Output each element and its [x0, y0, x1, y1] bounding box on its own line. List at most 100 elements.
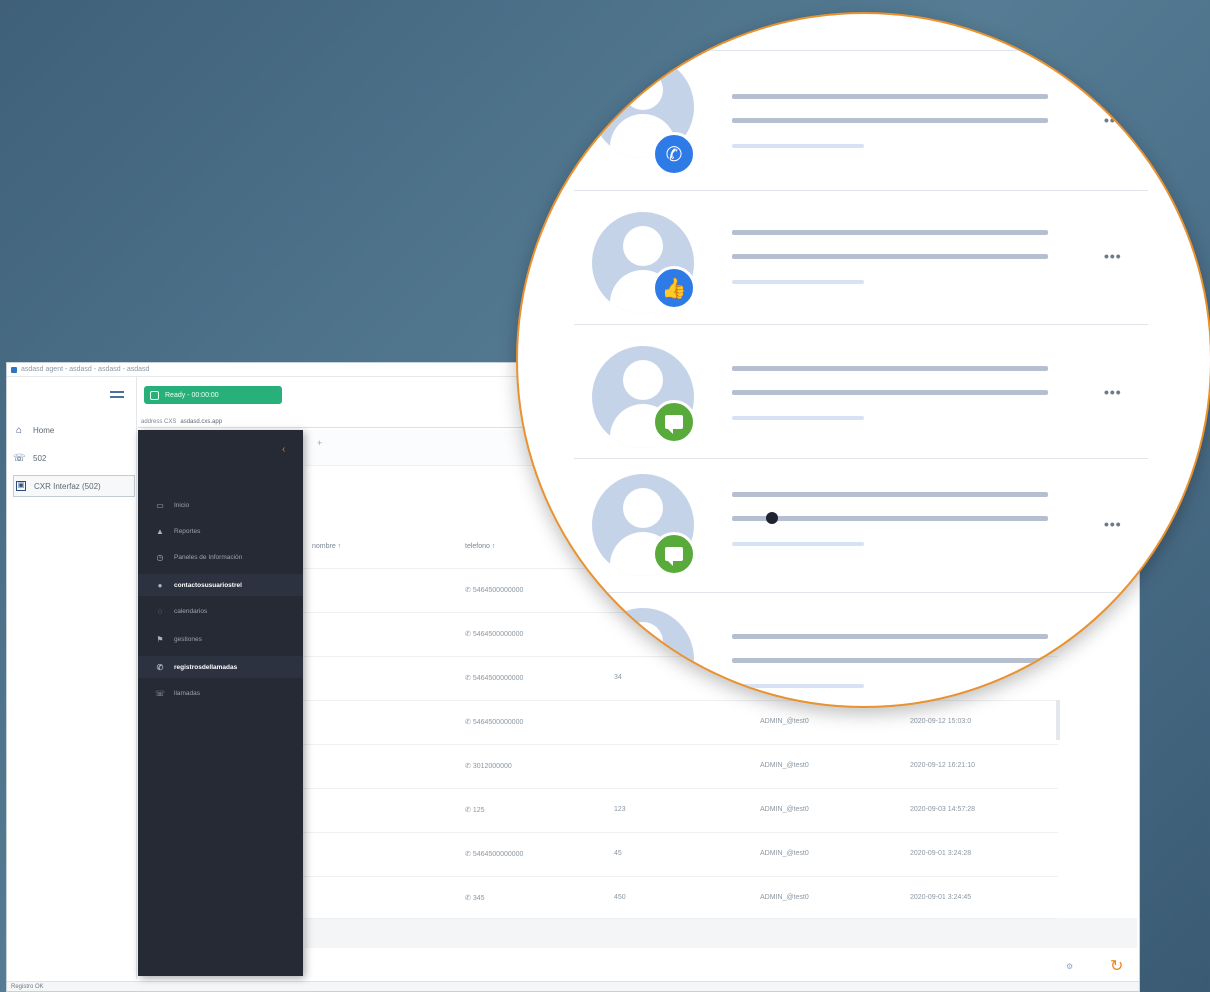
menu-item-inicio[interactable]: ▭ Inicio: [138, 494, 303, 516]
divider: [574, 458, 1148, 459]
phone-icon: ✆: [156, 662, 164, 672]
phone-list-icon: ☏: [154, 688, 165, 698]
list-item[interactable]: ✆ •••: [518, 54, 1210, 188]
text-line: [732, 230, 1048, 235]
phone-icon: ☏: [13, 452, 26, 464]
settings-icon[interactable]: ⚙: [1066, 962, 1073, 971]
date-cell: 2020-09-12 15:03:0: [910, 718, 972, 725]
text-line: [732, 492, 1048, 497]
magnifier-bubble: ✆ ••• 👍 ••• ••• •••: [516, 12, 1210, 708]
text-line: [732, 144, 864, 148]
list-item[interactable]: [518, 594, 1210, 706]
flag-icon: ⚑: [156, 634, 164, 644]
menu-item-reportes[interactable]: ▲ Reportes: [138, 520, 303, 542]
column-header-telefono[interactable]: telefono ↑: [465, 543, 495, 550]
text-line: [732, 542, 864, 546]
clock-icon: ◷: [156, 552, 164, 562]
contact-card-icon: ▣: [16, 481, 26, 491]
bar-chart-icon: ▲: [156, 526, 164, 536]
table-row[interactable]: ✆ 5464500000000: [465, 586, 523, 594]
table-row[interactable]: ✆ 5464500000000: [465, 630, 523, 638]
column-header-nombre[interactable]: nombre ↑: [312, 543, 341, 550]
avatar: [592, 608, 694, 706]
text-line: [732, 366, 1048, 371]
agent-state-button[interactable]: Ready - 00:00:00: [144, 386, 282, 404]
row-separator: [298, 832, 1058, 833]
phone-icon: ✆: [652, 132, 696, 176]
nav-extension[interactable]: ☏ 502: [13, 447, 135, 469]
row-separator: [298, 788, 1058, 789]
text-line: [732, 254, 1048, 259]
menu-item-calendarios[interactable]: ◌ calendarios: [138, 600, 303, 622]
count-cell: 45: [614, 850, 622, 857]
navigation-menu: ‹ ▭ Inicio ▲ Reportes ◷ Paneles de Infor…: [138, 430, 303, 976]
list-item[interactable]: •••: [518, 460, 1210, 594]
add-icon[interactable]: +: [317, 438, 322, 448]
table-scrollbar[interactable]: [1056, 700, 1060, 740]
text-line: [732, 94, 1048, 99]
more-options-icon[interactable]: •••: [1104, 112, 1122, 128]
table-row[interactable]: ✆ 125: [465, 806, 485, 814]
divider: [574, 190, 1148, 191]
cursor-pointer-icon: [766, 512, 778, 524]
user-icon: ●: [157, 580, 163, 590]
nav-cxr-interface[interactable]: ▣ CXR Interfaz (502): [13, 475, 135, 497]
list-item[interactable]: •••: [518, 326, 1210, 460]
hamburger-menu-icon[interactable]: [110, 391, 124, 403]
menu-item-registros[interactable]: ✆ registrosdellamadas: [138, 656, 303, 678]
text-line: [732, 516, 1048, 521]
user-cell: ADMIN_@test0: [760, 850, 809, 857]
app-icon: [11, 366, 17, 373]
text-line: [732, 390, 1048, 395]
date-cell: 2020-09-12 16:21:10: [910, 762, 975, 769]
home-icon: ⌂: [15, 424, 23, 436]
content-footer: [305, 918, 1137, 948]
state-icon: [150, 390, 159, 400]
menu-item-llamadas[interactable]: ☏ llamadas: [138, 682, 303, 704]
status-bar: Registro OK: [7, 981, 1139, 991]
row-separator: [298, 876, 1058, 877]
user-cell: ADMIN_@test0: [760, 806, 809, 813]
date-cell: 2020-09-01 3:24:28: [910, 850, 972, 857]
user-cell: ADMIN_@test0: [760, 718, 809, 725]
divider: [574, 592, 1148, 593]
list-item[interactable]: 👍 •••: [518, 192, 1210, 326]
table-row[interactable]: ✆ 5464500000000: [465, 674, 523, 682]
date-cell: 2020-09-01 3:24:45: [910, 894, 972, 901]
row-separator: [298, 744, 1058, 745]
refresh-icon[interactable]: ↻: [1110, 956, 1123, 976]
table-row[interactable]: ✆ 3012000000: [465, 762, 512, 770]
more-options-icon[interactable]: •••: [1104, 384, 1122, 400]
text-line: [732, 658, 1048, 663]
divider: [574, 324, 1148, 325]
thumbs-up-icon: 👍: [652, 266, 696, 310]
table-row[interactable]: ✆ 5464500000000: [465, 850, 523, 858]
user-cell: ADMIN_@test0: [760, 894, 809, 901]
text-line: [732, 634, 1048, 639]
window-title: asdasd agent - asdasd - asdasd - asdasd: [21, 366, 150, 373]
count-cell: 123: [614, 806, 626, 813]
count-cell: 450: [614, 894, 626, 901]
more-options-icon[interactable]: •••: [1104, 516, 1122, 532]
user-cell: ADMIN_@test0: [760, 762, 809, 769]
menu-item-contactos[interactable]: ● contactosusuariostrel: [138, 574, 303, 596]
text-line: [732, 280, 864, 284]
text-line: [732, 416, 864, 420]
date-cell: 2020-09-03 14:57:28: [910, 806, 975, 813]
text-line: [732, 684, 864, 688]
chat-icon: [652, 532, 696, 576]
nav-home[interactable]: ⌂ Home: [13, 419, 135, 441]
table-row[interactable]: ✆ 345: [465, 894, 485, 902]
chat-icon: [652, 400, 696, 444]
menu-item-paneles[interactable]: ◷ Paneles de Información: [138, 546, 303, 568]
table-row[interactable]: ✆ 5464500000000: [465, 718, 523, 726]
more-options-icon[interactable]: •••: [1104, 248, 1122, 264]
divider: [574, 50, 1148, 51]
text-line: [732, 118, 1048, 123]
menu-item-gestiones[interactable]: ⚑ gestiones: [138, 628, 303, 650]
row-separator: [298, 918, 1058, 919]
collapse-menu-icon[interactable]: ‹: [282, 444, 285, 455]
globe-icon: ◌: [157, 606, 163, 616]
left-pane: ⌂ Home ☏ 502 ▣ CXR Interfaz (502): [7, 377, 137, 979]
calendar-icon: ▭: [156, 500, 164, 510]
